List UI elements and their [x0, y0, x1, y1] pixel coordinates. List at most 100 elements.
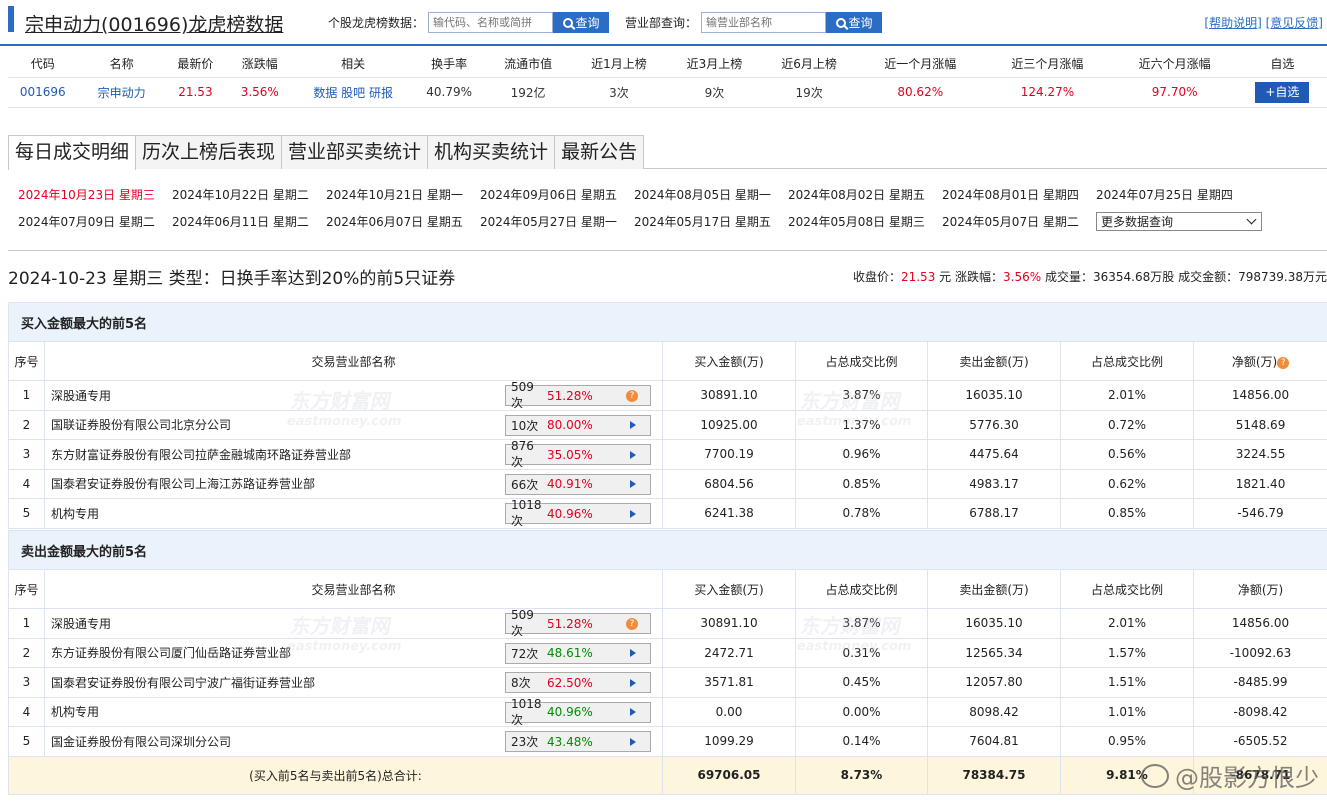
- date-link[interactable]: 2024年09月06日 星期五: [480, 186, 634, 203]
- play-arrow-icon[interactable]: [630, 678, 636, 687]
- tab-institution-stats[interactable]: 机构买卖统计: [427, 135, 556, 169]
- broker-name-link[interactable]: 国泰君安证券股份有限公司宁波广福街证券营业部: [51, 676, 315, 690]
- play-arrow-icon[interactable]: [630, 450, 636, 459]
- date-link[interactable]: 2024年08月02日 星期五: [788, 186, 942, 203]
- date-link[interactable]: 2024年05月08日 星期三: [788, 213, 942, 230]
- broker-name-link[interactable]: 国联证券股份有限公司北京分公司: [51, 418, 231, 432]
- broker-name-link[interactable]: 深股通专用: [51, 389, 111, 403]
- tab-broker-stats[interactable]: 营业部买卖统计: [281, 135, 429, 169]
- date-link[interactable]: 2024年10月22日 星期二: [172, 186, 326, 203]
- column-header: 涨跌幅: [225, 50, 295, 78]
- help-icon[interactable]: ?: [626, 389, 638, 402]
- broker-name-link[interactable]: 东方证券股份有限公司厦门仙岳路证券营业部: [51, 646, 291, 660]
- page-title[interactable]: 宗申动力(001696)龙虎榜数据: [25, 10, 283, 37]
- broker-name-link[interactable]: 深股通专用: [51, 617, 111, 631]
- broker-rank-box[interactable]: 72次 48.61%: [505, 642, 651, 664]
- date-link[interactable]: 2024年10月21日 星期一: [326, 186, 480, 203]
- buy-ratio: 0.96%: [795, 439, 928, 470]
- stock-code-link[interactable]: 001696: [8, 77, 78, 108]
- date-link[interactable]: 2024年07月25日 星期四: [1096, 186, 1250, 203]
- play-arrow-icon[interactable]: [630, 708, 636, 716]
- related-links: 数据 股吧 研报: [294, 77, 412, 108]
- broker-rank-box[interactable]: 1018次 40.96%: [505, 697, 651, 727]
- broker-name-link[interactable]: 机构专用: [51, 705, 99, 719]
- play-arrow-icon[interactable]: [630, 509, 636, 518]
- date-link[interactable]: 2024年05月27日 星期一: [480, 213, 634, 230]
- sell-amount: 12565.34: [927, 637, 1061, 668]
- sell-amount: 8098.42: [927, 696, 1061, 727]
- broker-search-input[interactable]: [701, 12, 827, 33]
- feedback-link[interactable]: [意见反馈]: [1266, 16, 1323, 30]
- date-link[interactable]: 2024年07月09日 星期二: [18, 213, 172, 230]
- broker-rank-box[interactable]: 509次 51.28%?: [505, 608, 651, 638]
- broker-rank-box[interactable]: 23次 43.48%: [505, 731, 651, 752]
- listing-count: 72次: [511, 646, 539, 661]
- column-header: 占总成交比例: [1060, 341, 1194, 381]
- date-link[interactable]: 2024年05月17日 星期五: [634, 213, 788, 230]
- stock-summary-header: 代码 名称 最新价 涨跌幅 相关 换手率 流通市值 近1月上榜 近3月上榜 近6…: [8, 50, 1327, 78]
- help-icon[interactable]: ?: [1277, 356, 1290, 369]
- broker-rank-box[interactable]: 8次 62.50%: [505, 672, 651, 693]
- listing-count: 23次: [511, 735, 539, 749]
- row-index: 2: [8, 637, 45, 668]
- broker-search-group: 营业部查询： 查询: [625, 12, 883, 33]
- date-link[interactable]: 2024年06月07日 星期五: [326, 213, 480, 230]
- column-header: 买入金额(万): [662, 569, 796, 609]
- stock-search-button[interactable]: 查询: [553, 12, 610, 33]
- broker-name-link[interactable]: 机构专用: [51, 507, 99, 521]
- sell-amount: 16035.10: [927, 608, 1061, 639]
- tab-latest-announcements[interactable]: 最新公告: [554, 135, 645, 169]
- add-watchlist-button[interactable]: +自选: [1255, 81, 1310, 103]
- column-header: 占总成交比例: [795, 341, 928, 381]
- row-index: 4: [8, 696, 45, 727]
- buy-ratio: 0.31%: [795, 637, 928, 668]
- play-arrow-icon[interactable]: [630, 649, 636, 657]
- stock-summary-row: 001696 宗申动力 21.53 3.56% 数据 股吧 研报 40.79% …: [8, 77, 1327, 108]
- related-forum-link[interactable]: 股吧: [341, 86, 365, 100]
- date-link[interactable]: 2024年08月01日 星期四: [942, 186, 1096, 203]
- more-data-select[interactable]: 更多数据查询: [1096, 212, 1262, 231]
- date-link[interactable]: 2024年08月05日 星期一: [634, 186, 788, 203]
- broker-rank-box[interactable]: 10次 80.00%: [505, 414, 651, 436]
- tab-daily-detail[interactable]: 每日成交明细: [8, 135, 137, 170]
- buy-amount: 7700.19: [662, 439, 796, 470]
- help-icon[interactable]: ?: [626, 617, 638, 630]
- row-index: 2: [8, 409, 45, 440]
- help-link[interactable]: [帮助说明]: [1204, 16, 1261, 30]
- column-header: 代码: [8, 50, 78, 78]
- broker-name-link[interactable]: 东方财富证券股份有限公司拉萨金融城南环路证券营业部: [51, 448, 351, 462]
- quote-summary: 收盘价：21.53 元 涨跌幅：3.56% 成交量：36354.68万股 成交金…: [853, 268, 1327, 285]
- date-link-selected[interactable]: 2024年10月23日 星期三: [18, 186, 172, 203]
- broker-rank-box[interactable]: 1018次 40.96%: [505, 498, 651, 528]
- play-arrow-icon[interactable]: [630, 737, 636, 746]
- return-3m: 124.27%: [983, 77, 1112, 108]
- total-sell-amount: 78384.75: [927, 755, 1061, 795]
- listing-count: 1018次: [511, 696, 542, 727]
- related-data-link[interactable]: 数据: [313, 86, 337, 100]
- broker-rank-box[interactable]: 509次 51.28%?: [505, 380, 651, 410]
- search-icon: [835, 17, 846, 28]
- related-research-link[interactable]: 研报: [369, 86, 393, 100]
- date-link[interactable]: 2024年05月07日 星期二: [942, 213, 1096, 230]
- divider: [8, 250, 1327, 251]
- sell-ratio: 1.51%: [1060, 667, 1194, 698]
- broker-rank-box[interactable]: 876次 35.05%: [505, 439, 651, 469]
- broker-cell: 机构专用 1018次 40.96%: [44, 498, 663, 529]
- table-row: 2 东方证券股份有限公司厦门仙岳路证券营业部 72次 48.61% 2472.71…: [8, 637, 1327, 668]
- stock-name-link[interactable]: 宗申动力: [77, 77, 166, 108]
- play-arrow-icon[interactable]: [630, 421, 636, 429]
- win-rate: 80.00%: [547, 418, 593, 432]
- buy-amount: 6241.38: [662, 498, 796, 529]
- date-list: 2024年10月23日 星期三 2024年10月22日 星期二 2024年10月…: [18, 181, 1318, 235]
- broker-rank-box[interactable]: 66次 40.91%: [505, 473, 651, 495]
- stock-search-input[interactable]: [428, 12, 554, 33]
- broker-search-button[interactable]: 查询: [826, 12, 883, 33]
- broker-name-link[interactable]: 国泰君安证券股份有限公司上海江苏路证券营业部: [51, 477, 315, 491]
- broker-name-link[interactable]: 国金证券股份有限公司深圳分公司: [51, 735, 231, 749]
- win-rate: 40.96%: [547, 705, 593, 719]
- tab-post-listing-performance[interactable]: 历次上榜后表现: [135, 135, 283, 169]
- play-arrow-icon[interactable]: [630, 480, 636, 488]
- date-link[interactable]: 2024年06月11日 星期二: [172, 213, 326, 230]
- buy-ratio: 3.87%: [795, 380, 928, 411]
- broker-search-label: 营业部查询：: [625, 16, 698, 30]
